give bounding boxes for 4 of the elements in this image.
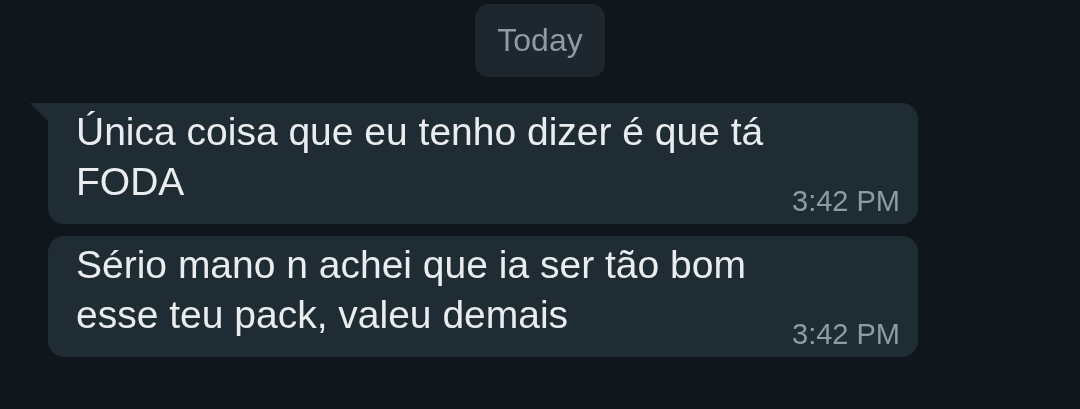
message-time: 3:42 PM: [792, 318, 900, 351]
message-time: 3:42 PM: [792, 185, 900, 218]
message-text: Sério mano n achei que ia ser tão bom esse teu pack, valeu demais: [76, 242, 747, 338]
message-text: Única coisa que eu tenho dizer é que tá FODA: [76, 109, 765, 205]
